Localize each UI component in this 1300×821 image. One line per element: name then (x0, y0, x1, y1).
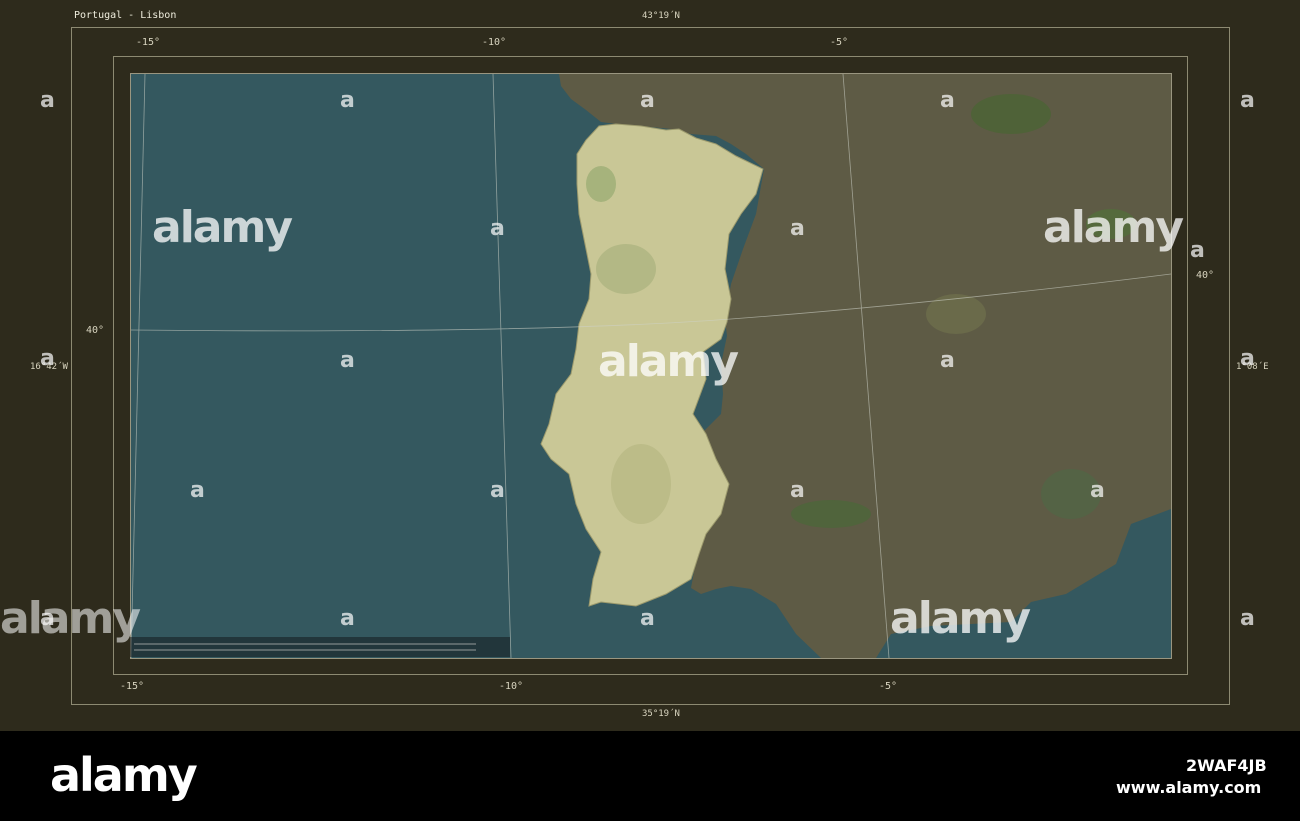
scale-bar-graphic (134, 643, 476, 651)
watermark-logo: alamy (152, 202, 293, 253)
watermark-a: a (1240, 346, 1255, 371)
lon-tick-top-3: -5° (830, 37, 849, 48)
watermark-a: a (490, 216, 505, 241)
watermark-a: a (1240, 88, 1255, 113)
scale-bar (130, 637, 510, 657)
watermark-a: a (640, 606, 655, 631)
lon-tick-bottom-2: -10° (499, 681, 524, 692)
portugal-relief (586, 166, 616, 202)
lon-tick-top-2: -10° (482, 37, 507, 48)
watermark-logo: alamy (890, 593, 1031, 644)
map-title: Portugal - Lisbon (74, 10, 177, 21)
watermark-a: a (940, 88, 955, 113)
watermark-a: a (640, 88, 655, 113)
forest-patch (791, 500, 871, 528)
watermark-a: a (1240, 606, 1255, 631)
watermark-a: a (340, 348, 355, 373)
watermark-a: a (40, 346, 55, 371)
watermark-a: a (790, 216, 805, 241)
watermark-logo: alamy (0, 593, 141, 644)
north-bound-label: 43°19´N (642, 11, 680, 21)
alamy-logo: alamy (50, 748, 198, 802)
watermark-a: a (1090, 478, 1105, 503)
watermark-a: a (190, 478, 205, 503)
brand-url: www.alamy.com (1116, 778, 1262, 797)
forest-patch (971, 94, 1051, 134)
lat-tick-right: 40° (1196, 270, 1215, 281)
watermark-logo: alamy (598, 336, 739, 387)
watermark-a: a (940, 348, 955, 373)
watermark-a: a (1190, 238, 1205, 263)
plain-patch (926, 294, 986, 334)
watermark-a: a (340, 88, 355, 113)
image-id: 2WAF4JB (1186, 756, 1267, 775)
lon-tick-top-1: -15° (136, 37, 161, 48)
portugal-relief (596, 244, 656, 294)
watermark-logo: alamy (1043, 202, 1184, 253)
watermark-a: a (40, 606, 55, 631)
watermark-a: a (40, 88, 55, 113)
lon-tick-bottom-3: -5° (879, 681, 898, 692)
south-bound-label: 35°19´N (642, 709, 680, 719)
watermark-a: a (790, 478, 805, 503)
watermark-a: a (490, 478, 505, 503)
portugal-relief (611, 444, 671, 524)
watermark-a: a (340, 606, 355, 631)
lat-tick-left: 40° (86, 325, 105, 336)
lon-tick-bottom-1: -15° (120, 681, 145, 692)
